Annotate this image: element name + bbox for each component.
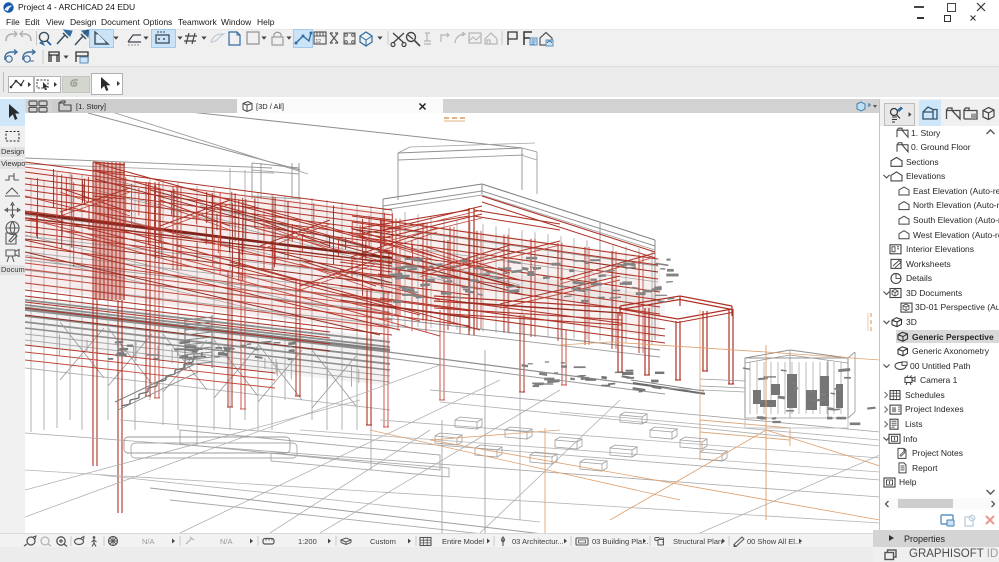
svg-text:12: 12 <box>316 39 322 45</box>
